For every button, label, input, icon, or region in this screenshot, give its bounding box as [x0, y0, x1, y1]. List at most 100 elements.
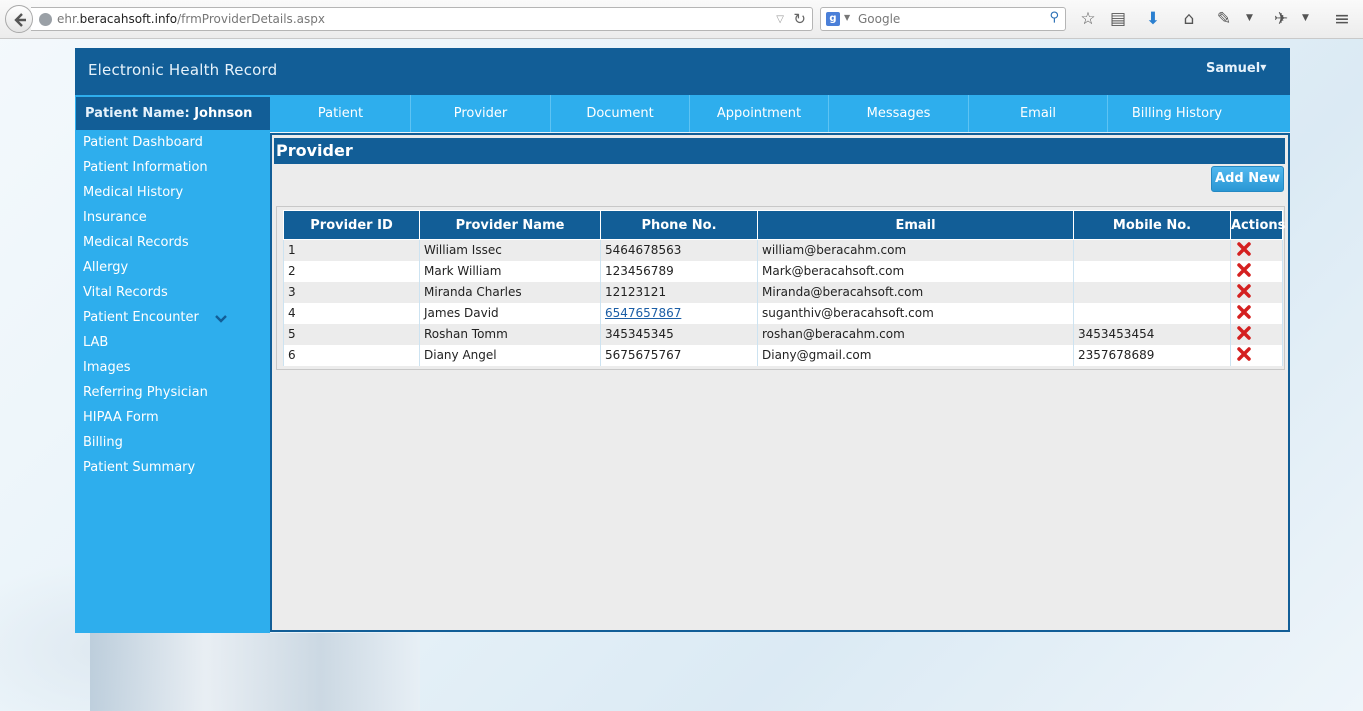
search-engine-dropdown-icon[interactable]: ▼ — [844, 13, 850, 22]
search-icon[interactable]: ⚲ — [1049, 10, 1059, 25]
actions-cell — [1230, 281, 1283, 303]
phone-cell: 6547657867 — [600, 302, 758, 324]
user-menu[interactable]: Samuel▼ — [1206, 61, 1266, 76]
delete-icon[interactable] — [1237, 346, 1251, 361]
actions-cell — [1230, 344, 1283, 366]
delete-icon[interactable] — [1237, 304, 1251, 319]
sidebar-item-medical-history[interactable]: Medical History — [83, 185, 183, 200]
add-new-button[interactable]: Add New — [1211, 166, 1284, 192]
page-title: Provider — [274, 138, 1285, 164]
column-header-mobile[interactable]: Mobile No. — [1073, 210, 1231, 240]
email-cell: Diany@gmail.com — [757, 344, 1074, 366]
delete-icon[interactable] — [1237, 325, 1251, 340]
tab-appointment[interactable]: Appointment — [690, 95, 829, 132]
app-header: Electronic Health Record Samuel▼ — [75, 48, 1290, 95]
developer-tools-icon[interactable]: ✎ — [1213, 8, 1235, 30]
phone-cell: 345345345 — [600, 323, 758, 345]
table-row: 1 William Issec 5464678563 william@berac… — [283, 239, 1283, 261]
top-nav: Patient Name: Johnson Patient Provider D… — [75, 95, 1290, 132]
phone-cell: 12123121 — [600, 281, 758, 303]
patient-name-caption: Patient Name: — [85, 106, 190, 121]
chevron-down-icon — [215, 315, 227, 323]
delete-icon[interactable] — [1237, 262, 1251, 277]
downloads-icon[interactable]: ⬇ — [1142, 8, 1164, 30]
menu-icon[interactable]: ≡ — [1331, 8, 1353, 30]
site-identity-icon[interactable] — [39, 13, 52, 26]
bookmarks-list-icon[interactable]: ▤ — [1107, 8, 1129, 30]
sidebar-item-hipaa-form[interactable]: HIPAA Form — [83, 410, 159, 425]
mobile-cell: 3453453454 — [1073, 323, 1231, 345]
sidebar-item-medical-records[interactable]: Medical Records — [83, 235, 189, 250]
sidebar-item-patient-encounter[interactable]: Patient Encounter — [83, 310, 263, 325]
provider-id-cell: 3 — [283, 281, 420, 303]
sidebar-item-patient-dashboard[interactable]: Patient Dashboard — [83, 135, 203, 150]
email-cell: roshan@beracahm.com — [757, 323, 1074, 345]
home-icon[interactable]: ⌂ — [1178, 8, 1200, 30]
addon-icon[interactable]: ✈ — [1270, 8, 1292, 30]
url-history-dropdown-icon[interactable]: ▽ — [776, 14, 784, 25]
search-bar[interactable]: g ▼ Google ⚲ — [820, 7, 1066, 31]
tab-messages[interactable]: Messages — [829, 95, 969, 132]
sidebar-item-lab[interactable]: LAB — [83, 335, 108, 350]
provider-id-cell: 6 — [283, 344, 420, 366]
tab-document[interactable]: Document — [551, 95, 690, 132]
email-cell: Mark@beracahsoft.com — [757, 260, 1074, 282]
phone-link[interactable]: 6547657867 — [605, 306, 681, 320]
tab-patient[interactable]: Patient — [271, 95, 411, 132]
sidebar-item-vital-records[interactable]: Vital Records — [83, 285, 168, 300]
sidebar-item-referring-physician[interactable]: Referring Physician — [83, 385, 208, 400]
tab-provider[interactable]: Provider — [411, 95, 551, 132]
column-header-actions: Actions — [1230, 210, 1285, 240]
provider-panel: Provider Add New Provider ID Provider Na… — [270, 133, 1290, 632]
url-text[interactable]: ehr.beracahsoft.info/frmProviderDetails.… — [57, 12, 325, 26]
provider-id-cell: 4 — [283, 302, 420, 324]
actions-cell — [1230, 302, 1283, 324]
caret-down-icon: ▼ — [1260, 63, 1267, 72]
sidebar-item-patient-information[interactable]: Patient Information — [83, 160, 208, 175]
sidebar-item-patient-summary[interactable]: Patient Summary — [83, 460, 195, 475]
delete-icon[interactable] — [1237, 242, 1251, 256]
provider-name-cell: William Issec — [419, 239, 601, 261]
phone-cell: 5464678563 — [600, 239, 758, 261]
sidebar-item-allergy[interactable]: Allergy — [83, 260, 128, 275]
column-header-phone[interactable]: Phone No. — [600, 210, 758, 240]
actions-cell — [1230, 260, 1283, 282]
email-cell: suganthiv@beracahsoft.com — [757, 302, 1074, 324]
provider-name-cell: Miranda Charles — [419, 281, 601, 303]
email-cell: Miranda@beracahsoft.com — [757, 281, 1074, 303]
search-input[interactable]: Google — [858, 12, 900, 26]
back-arrow-icon — [14, 13, 26, 27]
provider-table-container: Provider ID Provider Name Phone No. Emai… — [276, 206, 1285, 370]
address-bar[interactable]: ehr.beracahsoft.info/frmProviderDetails.… — [31, 7, 813, 31]
provider-name-cell: Diany Angel — [419, 344, 601, 366]
provider-name-cell: Roshan Tomm — [419, 323, 601, 345]
sidebar-item-images[interactable]: Images — [83, 360, 131, 375]
column-header-provider-name[interactable]: Provider Name — [419, 210, 601, 240]
addon-dropdown-icon[interactable]: ▼ — [1302, 13, 1309, 23]
column-header-email[interactable]: Email — [757, 210, 1074, 240]
delete-icon[interactable] — [1237, 283, 1251, 298]
provider-table: Provider ID Provider Name Phone No. Emai… — [283, 210, 1285, 366]
user-name: Samuel — [1206, 61, 1261, 76]
search-engine-icon[interactable]: g — [826, 12, 840, 26]
tab-email[interactable]: Email — [969, 95, 1108, 132]
patient-name-label: Patient Name: Johnson — [76, 97, 270, 130]
table-row: 4 James David 6547657867 suganthiv@berac… — [283, 302, 1283, 324]
background-photo — [90, 633, 420, 711]
bookmark-star-icon[interactable]: ☆ — [1077, 8, 1099, 30]
sidebar-item-insurance[interactable]: Insurance — [83, 210, 147, 225]
actions-cell — [1230, 239, 1283, 261]
app-title: Electronic Health Record — [88, 61, 278, 79]
phone-cell: 5675675767 — [600, 344, 758, 366]
tab-billing-history[interactable]: Billing History — [1108, 95, 1246, 132]
column-header-provider-id[interactable]: Provider ID — [283, 210, 420, 240]
developer-tools-dropdown-icon[interactable]: ▼ — [1246, 13, 1253, 23]
sidebar-item-billing[interactable]: Billing — [83, 435, 123, 450]
actions-cell — [1230, 323, 1283, 345]
table-row: 6 Diany Angel 5675675767 Diany@gmail.com… — [283, 344, 1283, 366]
back-button[interactable] — [5, 5, 33, 33]
reload-icon[interactable]: ↻ — [793, 10, 806, 28]
sidebar: Patient Dashboard Patient Information Me… — [75, 132, 270, 633]
sidebar-item-label: Patient Encounter — [83, 310, 199, 325]
table-header-row: Provider ID Provider Name Phone No. Emai… — [283, 210, 1285, 240]
